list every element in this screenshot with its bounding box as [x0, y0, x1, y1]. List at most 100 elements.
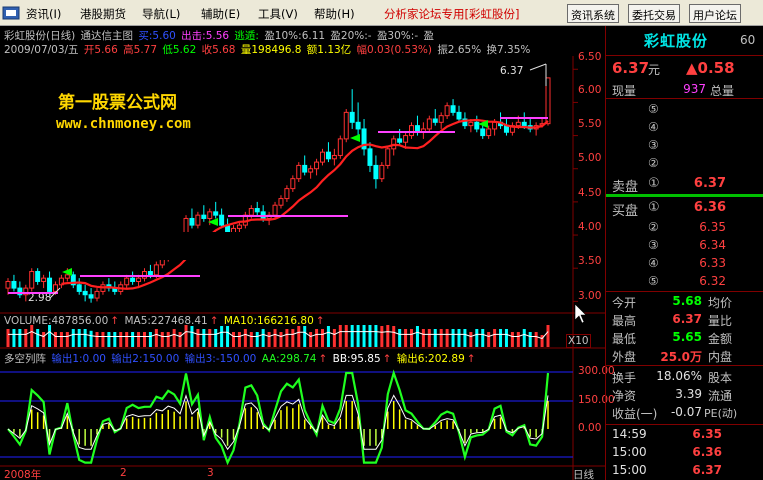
volume-header: VOLUME:487856.00 ↑ MA5:227468.41 ↑ MA10:16… — [4, 315, 325, 327]
volume-ma10: MA10:166216.80 — [223, 315, 314, 327]
volume-bar — [510, 332, 514, 347]
buy-level-label: ② — [648, 220, 659, 234]
candle — [124, 277, 130, 286]
volume-bar — [504, 329, 508, 347]
volume-bar — [18, 329, 22, 347]
stat-value: 5.65 — [672, 330, 702, 344]
candle — [236, 224, 242, 229]
candle — [284, 188, 290, 200]
candle — [248, 208, 254, 216]
candle — [219, 214, 225, 226]
volume-bar — [398, 329, 402, 347]
volume-bar — [12, 329, 16, 347]
volume-bar — [190, 326, 194, 347]
menu-assist[interactable]: 辅助(E) — [201, 6, 240, 22]
buy-level-price: 6.35 — [699, 220, 726, 234]
price-chart[interactable] — [0, 26, 605, 480]
news-system-button[interactable]: 资讯系统 — [567, 4, 619, 23]
menu-news[interactable]: 资讯(I) — [26, 6, 61, 22]
candle — [82, 290, 88, 296]
volume-bar — [36, 329, 40, 347]
date-axis-label: 2 — [120, 467, 127, 479]
volume-bar — [285, 329, 289, 347]
buy-level-label: ① — [648, 200, 660, 215]
candle — [474, 121, 480, 130]
forum-button[interactable]: 用户论坛 — [689, 4, 741, 23]
menu-hk-futures[interactable]: 港股期货 — [80, 6, 126, 22]
volume-bar — [421, 329, 425, 347]
volume-bar — [196, 329, 200, 347]
volume-bar — [249, 332, 253, 347]
candle — [94, 290, 100, 299]
candle — [308, 168, 314, 173]
volume-bar — [267, 332, 271, 347]
period-label[interactable]: 日线 — [573, 467, 594, 480]
volume-bar — [297, 326, 301, 347]
volume-bar — [427, 329, 431, 347]
candle — [314, 161, 320, 170]
volume-bar — [481, 329, 485, 347]
candle — [492, 121, 498, 130]
volume-bar — [59, 332, 63, 347]
candle — [468, 121, 474, 127]
volume-bar — [172, 329, 176, 347]
candle — [141, 271, 147, 279]
trade-button[interactable]: 委托交易 — [628, 4, 680, 23]
candle — [35, 271, 41, 282]
volume-bar — [279, 332, 283, 347]
finance-label: 净资 — [612, 389, 637, 403]
tick-price: 6.36 — [692, 445, 722, 459]
volume-bar — [499, 329, 503, 347]
candle — [432, 118, 438, 123]
redaction-box — [139, 232, 424, 260]
volume-bar — [534, 332, 538, 347]
candle — [88, 294, 94, 299]
buy-level-price: 6.33 — [699, 256, 726, 270]
volume-bar — [386, 325, 390, 347]
app-icon[interactable] — [2, 6, 26, 22]
menu-navigate[interactable]: 导航(L) — [142, 6, 180, 22]
candle — [521, 121, 527, 127]
sell-level-label: ③ — [648, 138, 659, 152]
volume-bar — [160, 332, 164, 347]
candle — [254, 208, 260, 213]
stat-label: 外盘 — [612, 350, 637, 364]
candle — [147, 271, 153, 276]
indicator-title[interactable]: 多空列阵 — [4, 353, 46, 365]
chart-area[interactable]: 彩虹股份(日线) 通达信主图 买:5.60 出击:5.56 逃遁: 盈10%:6… — [0, 26, 763, 480]
candle — [153, 264, 159, 276]
volume-bar — [487, 332, 491, 347]
volume-bar — [493, 329, 497, 347]
candle — [426, 118, 432, 130]
volume-bar — [220, 326, 224, 347]
buy-level-price: 6.36 — [693, 200, 726, 215]
candle — [201, 214, 207, 219]
candle — [409, 125, 415, 137]
buy-level-price: 6.34 — [699, 238, 726, 252]
volume-bar — [107, 332, 111, 347]
indicator-bb: BB:95.85 — [332, 353, 381, 365]
volume-bar — [214, 329, 218, 347]
quote-panel: 彩虹股份 60 6.37 元 ▲0.58 现量 937 总量 ⑤ ④ ③ ② 卖… — [605, 26, 763, 480]
candle — [349, 111, 355, 123]
volume-bar — [208, 329, 212, 347]
menu-tools[interactable]: 工具(V) — [258, 6, 298, 22]
volume-bar — [475, 329, 479, 347]
stat-value: 6.37 — [672, 312, 702, 326]
candle — [29, 271, 35, 289]
indicator-axis-label: 0.00 — [578, 422, 602, 434]
volume-bar — [65, 332, 69, 347]
candle — [189, 217, 195, 226]
current-price: 6.37 — [612, 59, 650, 77]
volume-bar — [356, 325, 360, 347]
candle — [64, 274, 70, 279]
menu-help[interactable]: 帮助(H) — [314, 6, 355, 22]
volume-bar — [24, 329, 28, 347]
finance-label: 股本 — [708, 371, 733, 385]
buy-arrow — [350, 134, 360, 142]
volume-bar — [350, 325, 354, 347]
volume-bar — [410, 329, 414, 347]
finance-label: PE(动) — [704, 407, 738, 420]
date-axis-label: 3 — [207, 467, 214, 479]
volume-bar — [463, 329, 467, 347]
